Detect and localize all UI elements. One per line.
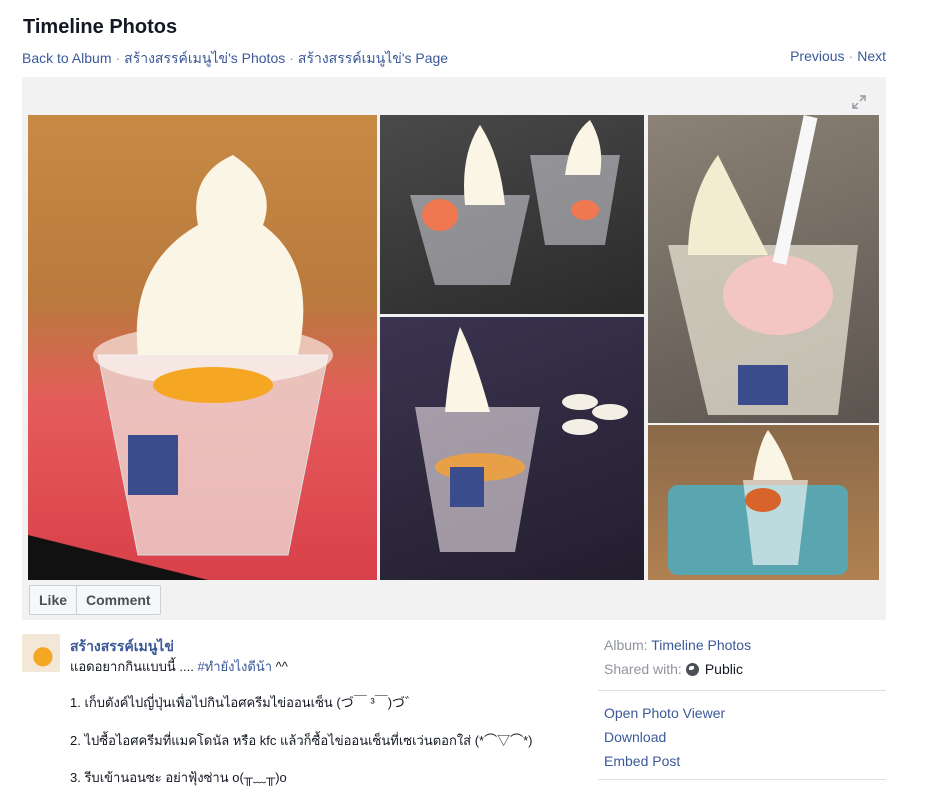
post-author[interactable]: สร้างสรรค์เมนูไข่ — [70, 636, 174, 658]
next-link[interactable]: Next — [857, 48, 886, 64]
back-to-album-link[interactable]: Back to Album — [22, 50, 112, 66]
breadcrumb-separator: · — [289, 50, 294, 66]
comment-button[interactable]: Comment — [76, 586, 160, 614]
photo-collage-top-middle — [380, 115, 644, 314]
nav-separator: · — [848, 48, 854, 64]
privacy-value[interactable]: Public — [705, 661, 743, 677]
photo-collage-bottom-middle — [380, 317, 644, 580]
photo-nav: Previous · Next — [790, 48, 886, 64]
like-button[interactable]: Like — [30, 586, 76, 614]
divider — [598, 779, 886, 780]
expand-icon[interactable] — [852, 95, 866, 109]
photos-link[interactable]: สร้างสรรค์เมนูไข่'s Photos — [124, 50, 285, 66]
post-list-item: 2. ไปซื้อไอศครีมที่แมคโดนัล หรือ kfc แล้… — [70, 733, 533, 748]
photo-collage-main — [28, 115, 377, 580]
breadcrumb-separator: · — [115, 50, 121, 66]
hashtag-link[interactable]: #ทำยังไงดีน้า — [197, 659, 272, 674]
open-photo-viewer-link[interactable]: Open Photo Viewer — [604, 705, 725, 721]
ice-cream-store-image — [415, 327, 628, 552]
shared-row: Shared with: Public — [604, 661, 743, 677]
divider — [598, 690, 886, 691]
album-row: Album: Timeline Photos — [604, 637, 751, 653]
globe-icon — [685, 663, 699, 676]
ice-cream-hand-image — [668, 115, 858, 415]
embed-post-link[interactable]: Embed Post — [604, 753, 680, 769]
album-label: Album: — [604, 637, 648, 653]
page-title: Timeline Photos — [23, 16, 178, 38]
photo-collage-bottom-right — [648, 425, 879, 580]
ice-cream-tray-image — [668, 430, 848, 575]
page-link[interactable]: สร้างสรรค์เมนูไข่'s Page — [298, 50, 448, 66]
breadcrumb: Back to Album · สร้างสรรค์เมนูไข่'s Photos… — [22, 48, 448, 70]
post-intro-text: แอดอยากกินแบบนี้ .... — [70, 659, 198, 674]
post-list-item: 1. เก็บตังค์ไปญี่ปุ่นเพื่อไปกินไอศครีมไข… — [70, 695, 419, 710]
post-intro: แอดอยากกินแบบนี้ .... #ทำยังไงดีน้า ^^ — [70, 656, 288, 677]
album-link[interactable]: Timeline Photos — [651, 637, 751, 653]
photo-actions: Like Comment — [29, 585, 161, 615]
ice-cream-cup-image — [28, 155, 333, 580]
previous-link[interactable]: Previous — [790, 48, 844, 64]
post-list-item: 3. รีบเข้านอนซะ อย่าฟุ้งซ่าน o(╥﹏╥)o — [70, 770, 287, 785]
download-link[interactable]: Download — [604, 729, 666, 745]
shared-label: Shared with: — [604, 661, 682, 677]
photo-stage[interactable] — [22, 77, 886, 620]
avatar[interactable] — [22, 634, 60, 672]
ice-cream-pair-image — [410, 120, 620, 285]
post-intro-tail: ^^ — [272, 659, 288, 674]
photo-collage-top-right — [648, 115, 879, 423]
